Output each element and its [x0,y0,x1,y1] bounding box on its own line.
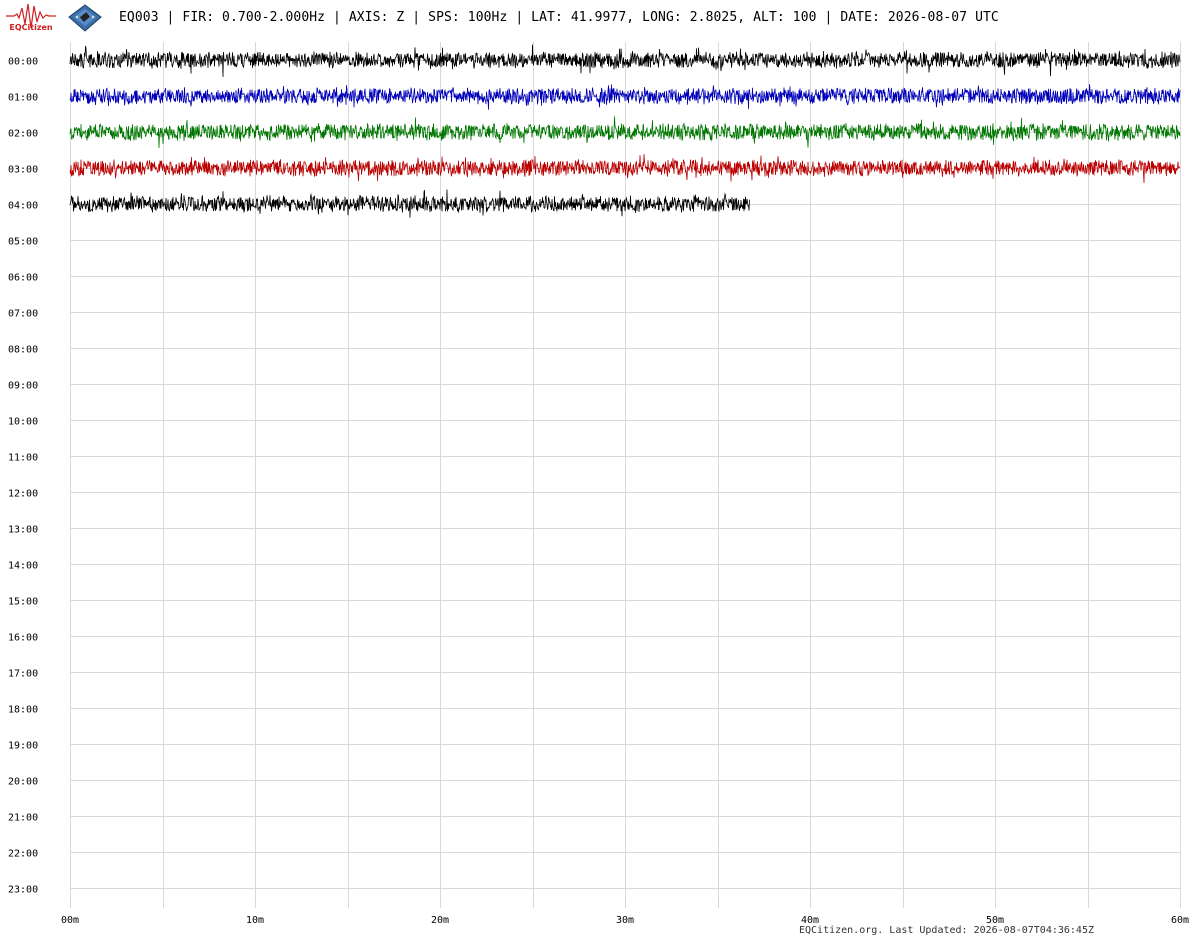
y-tick-label: 00:00 [8,57,38,68]
y-tick-label: 05:00 [8,237,38,248]
y-tick-label: 16:00 [8,633,38,644]
x-tick-label: 20m [431,915,449,926]
y-tick-label: 13:00 [8,525,38,536]
y-tick-label: 03:00 [8,165,38,176]
y-tick-label: 15:00 [8,597,38,608]
y-tick-label: 18:00 [8,705,38,716]
axis-layer: 00:00 01:00 02:00 03:00 04:00 05:00 06:00 07:00… [8,57,1189,927]
x-tick-label: 30m [616,915,634,926]
sensor-board-icon [68,4,102,32]
y-tick-label: 08:00 [8,345,38,356]
y-tick-label: 23:00 [8,885,38,896]
y-tick-label: 07:00 [8,309,38,320]
last-updated-footer: EQCitizen.org. Last Updated: 2026-08-07T… [798,925,1094,936]
x-tick-label: 00m [61,915,79,926]
helicorder-chart: 00:00 01:00 02:00 03:00 04:00 05:00 06:00 07:00… [8,42,1189,927]
y-tick-label: 17:00 [8,669,38,680]
y-tick-label: 02:00 [8,129,38,140]
y-tick-label: 22:00 [8,849,38,860]
y-tick-label: 12:00 [8,489,38,500]
y-tick-label: 19:00 [8,741,38,752]
logo-text: EQCitizen [9,23,53,32]
y-tick-label: 01:00 [8,93,38,104]
y-tick-label: 20:00 [8,777,38,788]
y-tick-label: 14:00 [8,561,38,572]
x-tick-label: 60m [1171,915,1189,926]
y-tick-label: 11:00 [8,453,38,464]
x-tick-label: 10m [246,915,264,926]
y-tick-label: 06:00 [8,273,38,284]
y-tick-label: 09:00 [8,381,38,392]
y-tick-label: 10:00 [8,417,38,428]
page-title: EQ003 | FIR: 0.700-2.000Hz | AXIS: Z | S… [119,10,999,25]
y-tick-label: 04:00 [8,201,38,212]
y-tick-label: 21:00 [8,813,38,824]
header-bar: EQCitizen EQ003 | FIR: 0.700-2.000Hz | A… [0,0,1200,36]
seismic-trace-0400 [69,189,750,218]
